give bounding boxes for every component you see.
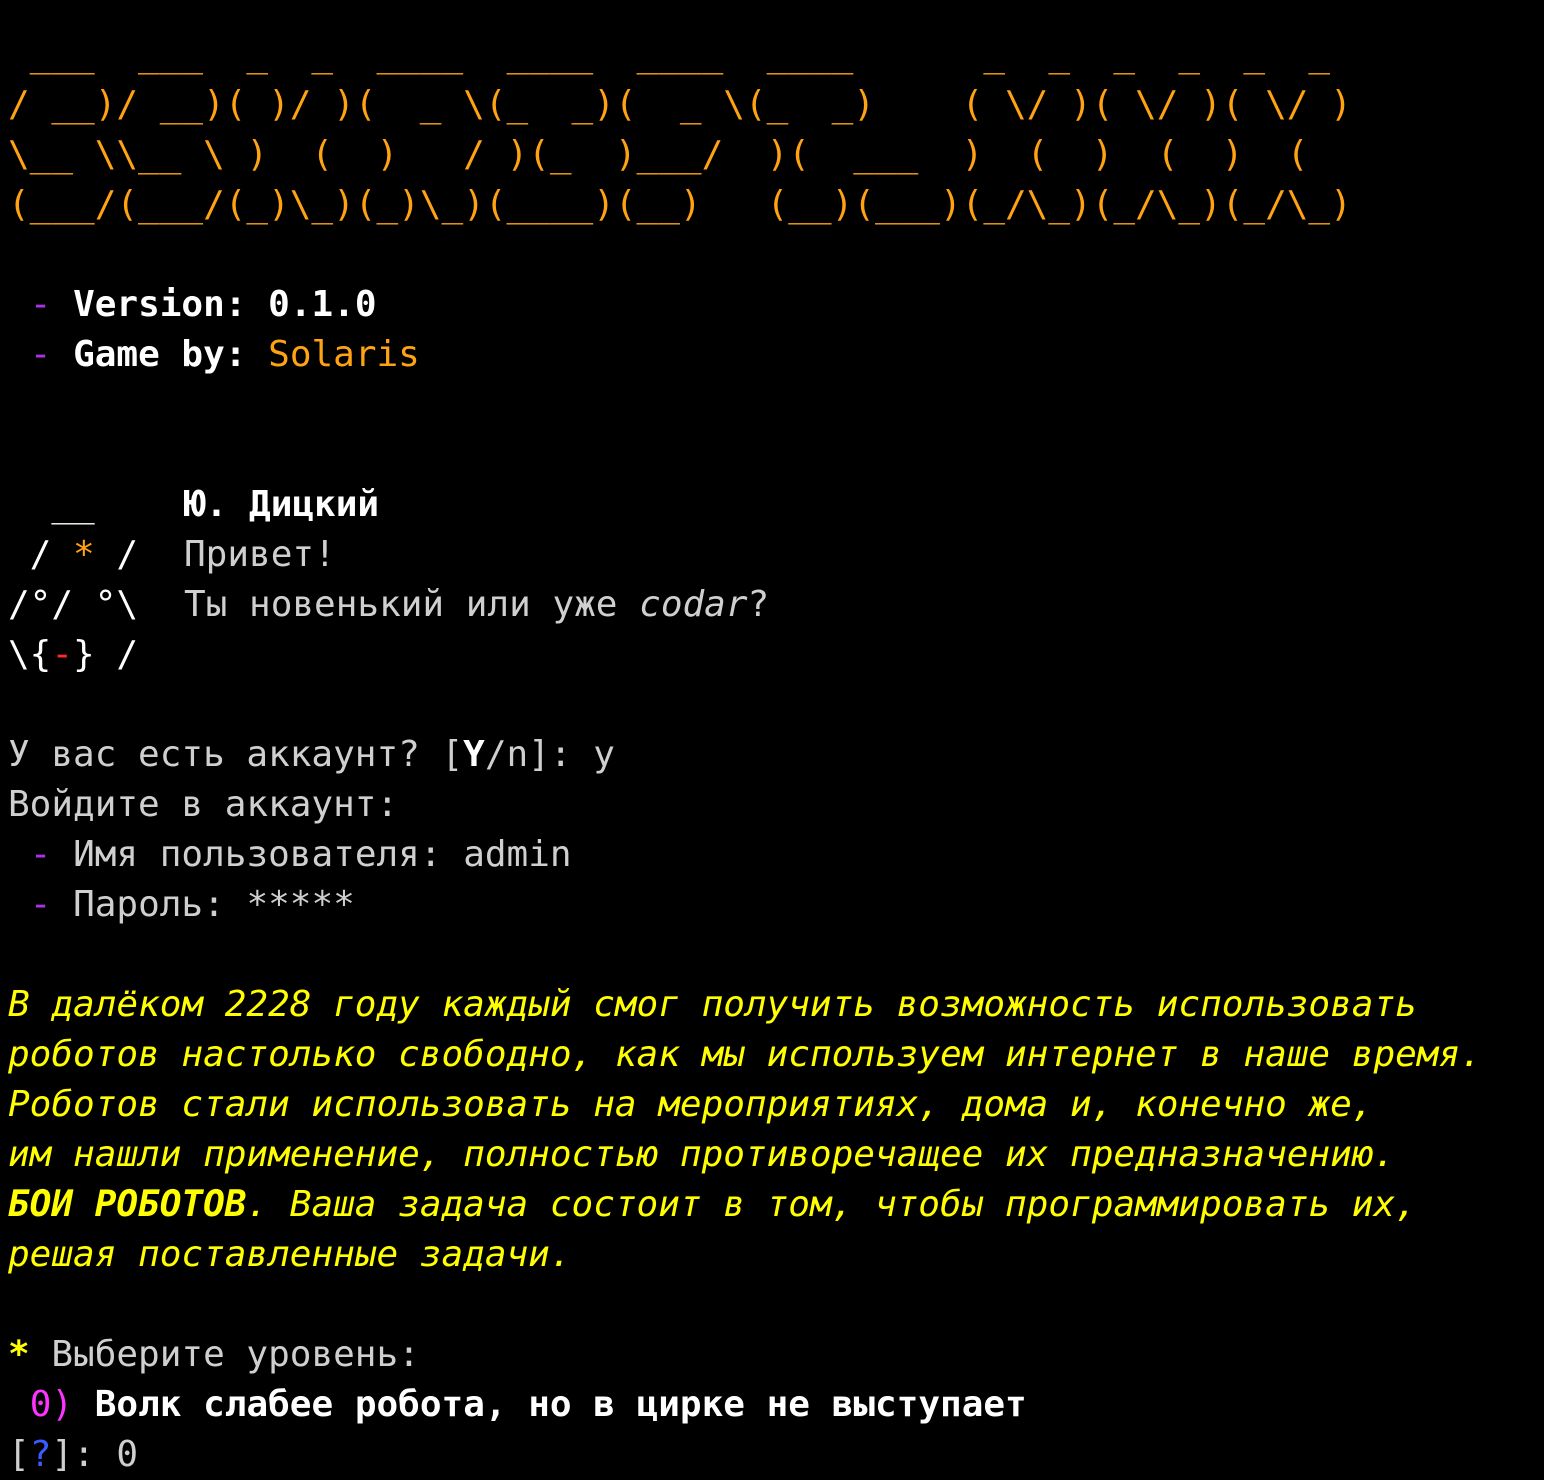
bullet-dash: - [29,334,52,375]
character-name: Ю. Дицкий [184,484,380,525]
level-option[interactable]: 0) Волк слабее робота, но в цирке не выс… [8,1380,1538,1430]
story-line: решая поставленные задачи. [8,1234,572,1275]
author-name: Solaris [268,334,420,375]
login-section: У вас есть аккаунт? [Y/n]: y Войдите в а… [8,730,1538,930]
level-select-header: * Выберите уровень: [8,1330,1538,1380]
mouth-icon: - [51,634,74,675]
character-art: / * / [8,534,139,575]
author-label: Game by: [73,334,269,375]
character-question: Ты новенький или уже [184,584,640,625]
level-select: * Выберите уровень: 0) Волк слабее робот… [8,1330,1538,1480]
dialogue-line: /°/ °\ Ты новенький или уже codar? [8,580,1538,630]
dialogue-line: __ Ю. Дицкий [8,480,1538,530]
ascii-banner: ___ ___ _ _ ____ ____ ____ ____ _ _ _ _ … [8,30,1538,230]
password-label: Пароль: [73,884,247,925]
version-label: Version: [73,284,269,325]
character-dialogue: __ Ю. Дицкий / * / Привет! /°/ °\ Ты новень… [8,480,1538,680]
banner-line: / __)/ __)( )/ )( _ \(_ _)( _ \(_ _) ( \… [8,84,1352,125]
banner-line: ___ ___ _ _ ____ ____ ____ ____ _ _ _ _ … [8,34,1331,75]
level-input[interactable]: 0 [116,1434,138,1475]
version-line: - Version: 0.1.0 [8,280,1538,330]
character-greeting: Привет! [184,534,336,575]
username-line: - Имя пользователя: admin [8,830,1538,880]
character-art: __ [8,484,95,525]
level-input-prompt: [?]: 0 [8,1434,139,1475]
story-line: БОИ РОБОТОВ. Ваша задача состоит в том, … [8,1184,1417,1225]
login-header: Войдите в аккаунт: [8,784,399,825]
character-art: /°/ °\ [8,584,139,625]
version-value: 0.1.0 [268,284,377,325]
username-input[interactable]: admin [463,834,571,875]
terminal-window: ___ ___ _ _ ____ ____ ____ ____ _ _ _ _ … [8,30,1538,1480]
dialogue-line: \{-} / [8,634,139,675]
level-select-label: Выберите уровень: [29,1334,420,1375]
story-line: им нашли применение, полностью противоре… [8,1134,1396,1175]
story-line: В далёком 2228 году каждый смог получить… [8,984,1417,1025]
banner-line: \__ \\__ \ ) ( ) / )(_ )___/ )( ___ ) ( … [8,134,1309,175]
account-answer-input[interactable]: y [593,734,615,775]
story-line: роботов настолько свободно, как мы испол… [8,1034,1482,1075]
author-line: - Game by: Solaris [8,330,1538,380]
question-mark-icon: ? [29,1434,52,1475]
level-option-label: Волк слабее робота, но в цирке не выступ… [94,1384,1027,1425]
story-emphasis: БОИ РОБОТОВ [8,1184,247,1225]
story-text: В далёком 2228 году каждый смог получить… [8,980,1538,1280]
account-prompt: У вас есть аккаунт? [Y/n]: y [8,734,615,775]
character-question-word: codar [639,584,748,625]
asterisk-icon: * [8,1334,30,1375]
character-art: \{ [8,634,52,675]
bullet-dash: - [29,284,52,325]
username-label: Имя пользователя: [73,834,464,875]
password-line: - Пароль: ***** [8,880,1538,930]
dialogue-line: / * / Привет! [8,530,1538,580]
banner-line: (___/(___/(_)\_)(_)\_)(____)(__) (__)(__… [8,184,1352,225]
default-choice: Y [463,734,485,775]
bullet-dash: - [29,884,52,925]
story-line: Роботов стали использовать на мероприяти… [8,1084,1374,1125]
level-option-number: 0) [29,1384,74,1425]
bullet-dash: - [29,834,52,875]
star-icon: * [73,534,95,575]
password-input[interactable]: ***** [246,884,354,925]
